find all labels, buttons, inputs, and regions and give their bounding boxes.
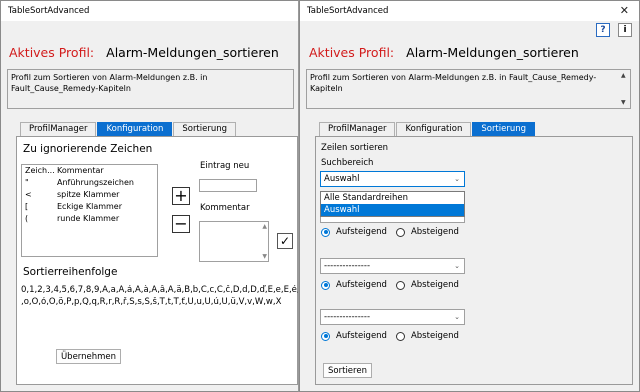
- active-profile: Aktives Profil: Alarm-Meldungen_sortieren: [9, 45, 279, 60]
- ignore-heading: Zu ignorierende Zeichen: [23, 143, 153, 155]
- radio-descending-label: Absteigend: [410, 280, 459, 290]
- search-area-label: Suchbereich: [321, 158, 374, 168]
- sort-criterion-3-select[interactable]: --------------- ⌄: [320, 309, 465, 325]
- list-item-comment: Eckige Klammer: [57, 202, 123, 211]
- right-tab-bar: ProfilManager Konfiguration Sortierung: [319, 122, 536, 136]
- sort-button[interactable]: Sortieren: [323, 363, 372, 378]
- radio-descending-label: Absteigend: [410, 331, 459, 341]
- tab-konfiguration[interactable]: Konfiguration: [97, 122, 173, 136]
- entry-new-input[interactable]: [199, 179, 257, 192]
- list-item[interactable]: ( runde Klammer: [22, 213, 157, 225]
- profile-name: Alarm-Meldungen_sortieren: [406, 45, 579, 60]
- list-item-comment: Anführungszeichen: [57, 178, 134, 187]
- list-item[interactable]: " Anführungszeichen: [22, 177, 157, 189]
- radio-ascending[interactable]: [321, 227, 330, 237]
- sort-direction-3: Aufsteigend Absteigend: [321, 331, 459, 341]
- right-title-bar[interactable]: TableSortAdvanced ✕: [300, 1, 639, 21]
- add-entry-button[interactable]: +: [172, 187, 190, 205]
- radio-ascending[interactable]: [321, 280, 330, 290]
- ignore-chars-list[interactable]: Zeich... Kommentar " Anführungszeichen <…: [21, 164, 158, 257]
- list-item[interactable]: [ Eckige Klammer: [22, 201, 157, 213]
- scroll-down-icon[interactable]: ▼: [621, 97, 626, 108]
- window-title: TableSortAdvanced: [8, 6, 90, 16]
- radio-ascending-label: Aufsteigend: [336, 331, 387, 341]
- left-tab-bar: ProfilManager Konfiguration Sortierung: [20, 122, 237, 136]
- scroll-up-icon[interactable]: ▲: [621, 70, 626, 81]
- sort-direction-1: Aufsteigend Absteigend: [321, 227, 459, 237]
- description-scrollbar[interactable]: ▲ ▼: [620, 70, 630, 108]
- criterion-value: ---------------: [324, 261, 371, 271]
- window-title: TableSortAdvanced: [307, 6, 389, 16]
- confirm-entry-button[interactable]: ✓: [277, 233, 293, 249]
- column-header-comment[interactable]: Kommentar: [57, 165, 157, 177]
- list-item-char: ": [25, 178, 29, 187]
- sort-order-heading: Sortierreihenfolge: [23, 266, 118, 278]
- chevron-down-icon[interactable]: ⌄: [450, 172, 464, 186]
- search-area-value: Auswahl: [324, 174, 360, 184]
- search-area-select[interactable]: Auswahl ⌄: [320, 171, 465, 187]
- profile-description: Profil zum Sortieren von Alarm-Meldungen…: [306, 69, 631, 109]
- list-item-char: [: [25, 202, 29, 211]
- radio-ascending-label: Aufsteigend: [336, 227, 387, 237]
- criterion-value: ---------------: [324, 312, 371, 322]
- profile-description-text: Profil zum Sortieren von Alarm-Meldungen…: [11, 73, 208, 93]
- sort-criterion-2-select[interactable]: --------------- ⌄: [320, 258, 465, 274]
- rows-heading: Zeilen sortieren: [321, 143, 389, 153]
- tab-profilmanager[interactable]: ProfilManager: [319, 122, 396, 136]
- profile-label: Aktives Profil:: [309, 45, 395, 60]
- profile-label: Aktives Profil:: [9, 45, 95, 60]
- comment-textarea[interactable]: ▲ ▼: [199, 221, 269, 262]
- list-item-char: <: [25, 190, 32, 199]
- tab-sortierung[interactable]: Sortierung: [173, 122, 237, 136]
- dropdown-option-selection[interactable]: Auswahl: [321, 204, 464, 216]
- radio-descending[interactable]: [395, 227, 405, 237]
- left-dialog-window: TableSortAdvanced Aktives Profil: Alarm-M…: [0, 0, 299, 392]
- profile-name: Alarm-Meldungen_sortieren: [106, 45, 279, 60]
- help-button[interactable]: ?: [596, 23, 610, 37]
- tab-profilmanager[interactable]: ProfilManager: [20, 122, 97, 136]
- radio-ascending[interactable]: [321, 331, 330, 341]
- radio-descending[interactable]: [395, 331, 405, 341]
- close-icon[interactable]: ✕: [620, 4, 629, 17]
- dropdown-option-all-rows[interactable]: Alle Standardreihen: [321, 192, 464, 204]
- radio-descending-label: Absteigend: [410, 227, 459, 237]
- chevron-down-icon[interactable]: ⌄: [450, 259, 464, 273]
- profile-description: Profil zum Sortieren von Alarm-Meldungen…: [7, 69, 294, 109]
- tab-konfiguration[interactable]: Konfiguration: [396, 122, 472, 136]
- tab-sortierung[interactable]: Sortierung: [472, 122, 536, 136]
- list-item[interactable]: < spitze Klammer: [22, 189, 157, 201]
- chevron-down-icon[interactable]: ⌄: [450, 310, 464, 324]
- sort-order-line-2[interactable]: ,o,Ó,ó,Ö,ö,P,p,Q,q,R,r,Ř,ř,S,s,Š,š,T,t,Ť…: [21, 297, 298, 307]
- list-item-comment: runde Klammer: [57, 214, 120, 223]
- left-title-bar[interactable]: TableSortAdvanced: [1, 1, 298, 21]
- sort-order-line-1[interactable]: 0,1,2,3,4,5,6,7,8,9,A,a,Á,á,À,à,Â,â,Ä,ä,…: [21, 285, 298, 295]
- remove-entry-button[interactable]: −: [172, 215, 190, 233]
- radio-descending[interactable]: [395, 280, 405, 290]
- konfiguration-panel: Zu ignorierende Zeichen Zeich... Komment…: [16, 136, 298, 385]
- apply-button[interactable]: Übernehmen: [56, 349, 121, 364]
- right-dialog-window: TableSortAdvanced ✕ ? i Aktives Profil: A…: [299, 0, 640, 392]
- list-item-comment: spitze Klammer: [57, 190, 120, 199]
- active-profile: Aktives Profil: Alarm-Meldungen_sortieren: [309, 45, 579, 60]
- scroll-down-icon[interactable]: ▼: [262, 253, 267, 260]
- list-item-char: (: [25, 214, 29, 223]
- column-header-char[interactable]: Zeich...: [22, 165, 57, 177]
- sort-direction-2: Aufsteigend Absteigend: [321, 280, 459, 290]
- comment-label: Kommentar: [200, 203, 250, 213]
- scroll-up-icon[interactable]: ▲: [262, 223, 267, 230]
- profile-description-text: Profil zum Sortieren von Alarm-Meldungen…: [310, 73, 597, 93]
- info-button[interactable]: i: [618, 23, 632, 37]
- entry-new-label: Eintrag neu: [200, 161, 250, 171]
- list-header-row: Zeich... Kommentar: [22, 165, 157, 177]
- radio-ascending-label: Aufsteigend: [336, 280, 387, 290]
- search-area-dropdown[interactable]: Alle Standardreihen Auswahl: [320, 191, 465, 217]
